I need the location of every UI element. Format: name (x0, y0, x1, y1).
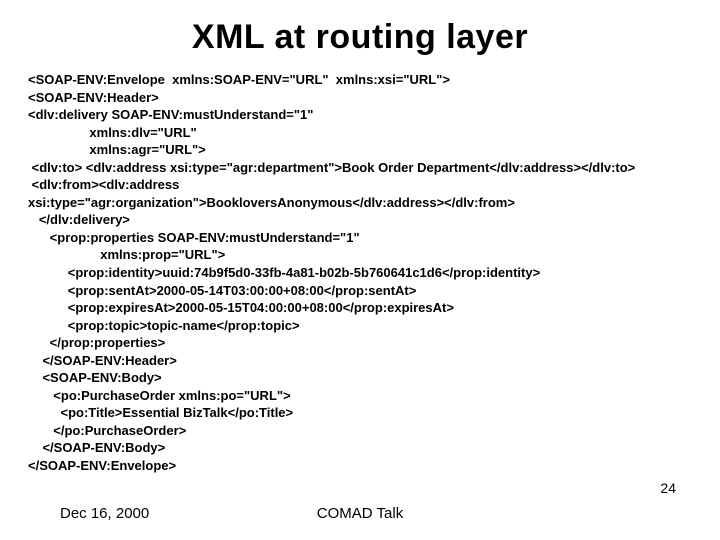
page-number: 24 (660, 480, 676, 496)
slide-footer: Dec 16, 2000 COMAD Talk (0, 505, 720, 522)
slide-title: XML at routing layer (28, 18, 692, 57)
slide: XML at routing layer <SOAP-ENV:Envelope … (0, 0, 720, 540)
xml-code-block: <SOAP-ENV:Envelope xmlns:SOAP-ENV="URL" … (28, 71, 692, 475)
footer-date: Dec 16, 2000 (60, 505, 149, 522)
footer-talk: COMAD Talk (317, 505, 403, 522)
